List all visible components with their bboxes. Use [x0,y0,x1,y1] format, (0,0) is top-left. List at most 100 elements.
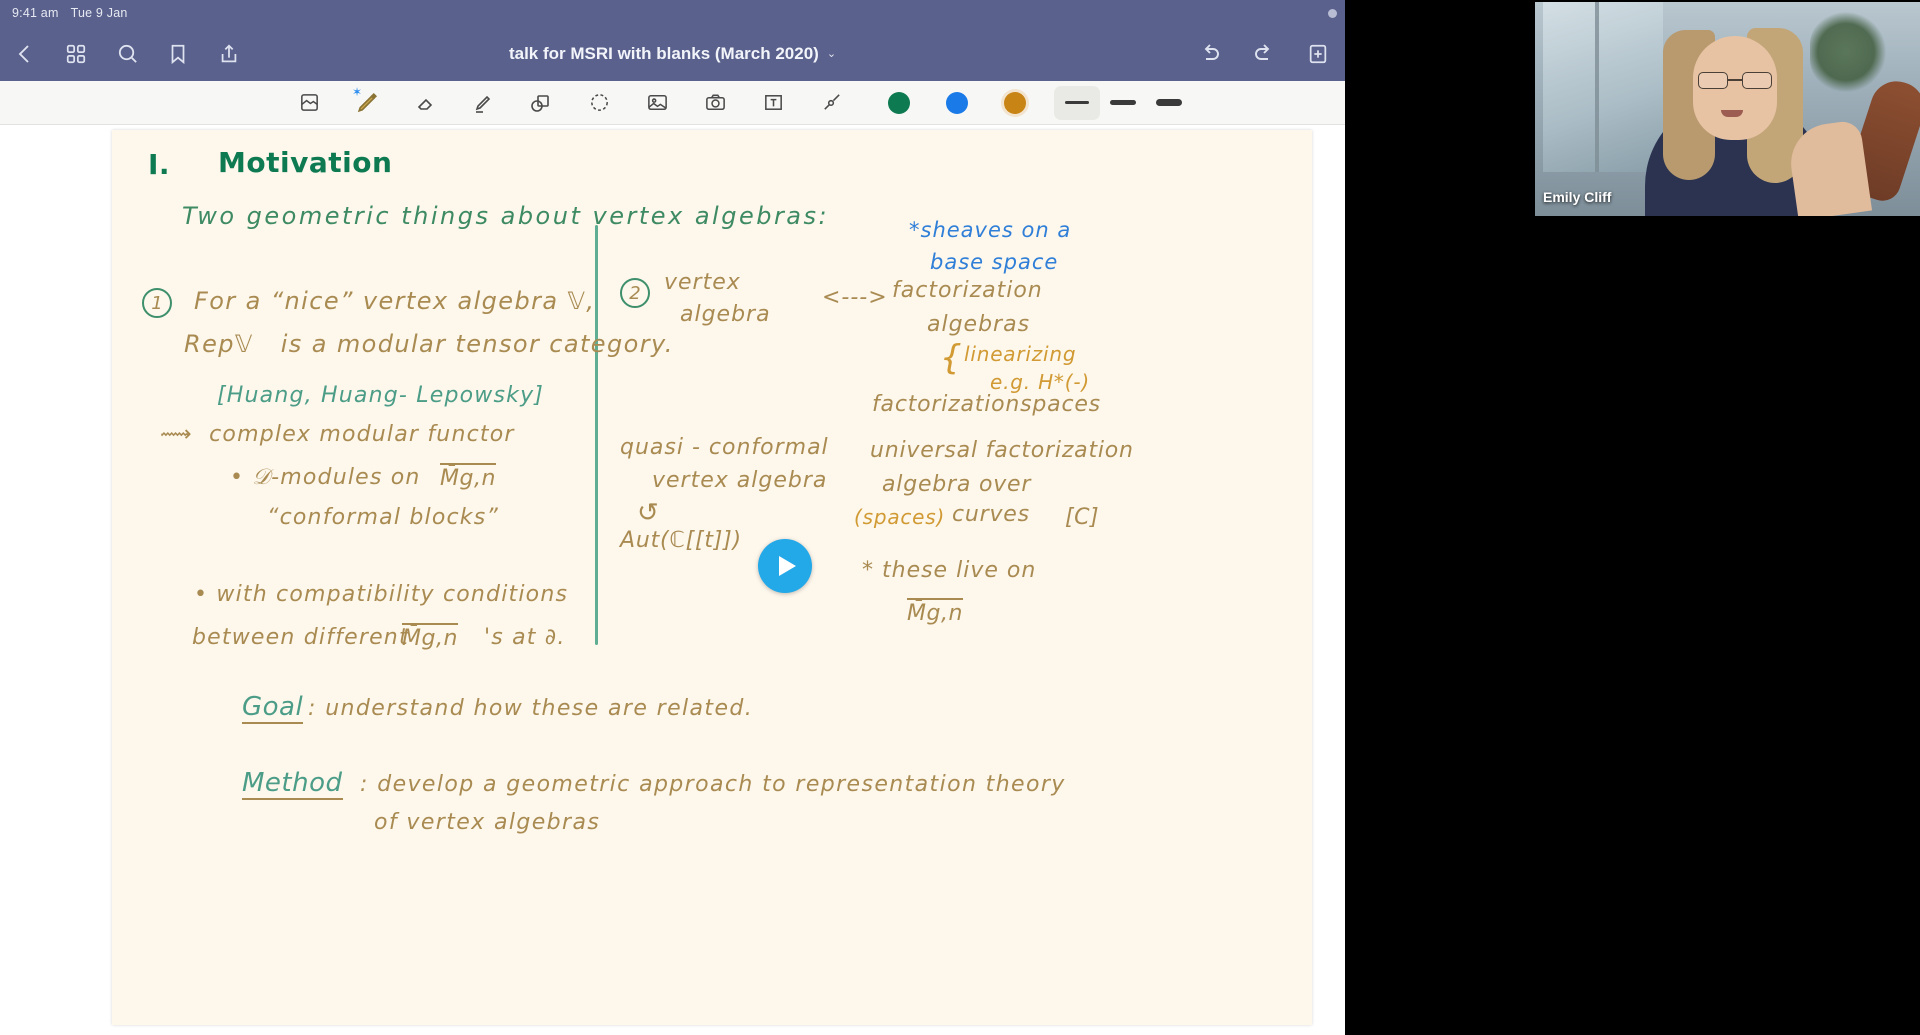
item1-bullet1-quote: “conformal blocks” [267,505,499,530]
lasso-tool[interactable] [570,83,628,123]
item1-arrow-line: ⟿ complex modular functor [160,422,515,447]
undo-icon[interactable] [1197,41,1223,67]
plant-shape [1810,12,1900,92]
weight-thin-line [1065,101,1089,104]
color-green[interactable] [870,83,928,123]
shape-tool[interactable] [512,83,570,123]
glasses-lens-right [1742,72,1772,89]
item2-orange-line2: e.g. H*(-) [990,370,1090,394]
method-text: : develop a geometric approach to repres… [360,772,1066,797]
weight-medium[interactable] [1100,86,1146,120]
item2-aut-text: Aut(ℂ[[t]]) [620,528,742,553]
window-frame-shape [1595,2,1599,172]
note-page: I. Motivation Two geometric things about… [112,130,1312,1025]
weight-thick-line [1156,99,1182,106]
item1-bullet2-line2: between different [192,625,409,650]
item1-number-badge: 1 [142,288,172,318]
item1-line1: For a “nice” vertex algebra 𝕍, [194,287,595,315]
weight-thin[interactable] [1054,86,1100,120]
goal-text: : understand how these are related. [308,696,753,721]
weight-thick[interactable] [1146,86,1192,120]
item2-arrow: <---> [822,285,888,310]
speaker-video-tile[interactable]: Emily Cliff [1535,2,1920,216]
item1-line2: Rep𝕍 is a modular tensor category. [184,330,674,358]
item1-number: 1 [151,293,162,314]
item2-blue-note-line1: *sheaves on a [909,218,1071,242]
play-button[interactable] [758,539,812,593]
pen-tool[interactable]: ✶ [338,83,396,123]
item2-number: 2 [629,283,640,304]
note-canvas[interactable]: I. Motivation Two geometric things about… [0,125,1345,1035]
heading-text: Motivation [218,146,392,179]
glasses-icon [1697,72,1773,90]
item1-bullet1-symbol: M̄g,n [440,463,496,491]
status-date: Tue 9 Jan [71,6,128,20]
status-time: 9:41 am [12,6,59,20]
item2-rhs-line3: factorizationspaces [872,392,1101,417]
weight-medium-line [1110,100,1136,105]
highlighter-tool[interactable] [454,83,512,123]
search-icon[interactable] [114,41,140,67]
item2-number-badge: 2 [620,278,650,308]
wifi-icon [1328,9,1337,18]
method-label: Method [242,768,343,800]
item2-right-line2: algebra over [882,472,1031,497]
item2-lhs-line2: algebra [680,302,771,327]
method-text2: of vertex algebras [374,810,600,835]
share-icon[interactable] [216,41,242,67]
app-nav-bar: talk for MSRI with blanks (March 2020) ⌄ [0,26,1345,81]
item2-lhs-line1: vertex [664,270,741,295]
glasses-bridge [1728,79,1742,81]
window-shape [1543,2,1663,172]
color-swatch-amber [1004,92,1026,114]
item2-star-symbol: M̄g,n [907,598,963,626]
item1-bullet1: • 𝒟-modules on [230,465,421,490]
item2-right-curves: curves [952,502,1030,527]
item2-star-line1: * these live on [862,558,1036,583]
bookmark-icon[interactable] [165,41,191,67]
item2-aut-arrow-icon: ↺ [637,498,659,528]
item1-bullet2-line1: • with compatibility conditions [194,582,568,607]
color-blue[interactable] [928,83,986,123]
redo-icon[interactable] [1251,41,1277,67]
item2-orange-line1: linearizing [964,342,1076,366]
screen-root: 9:41 am Tue 9 Jan [0,0,1920,1035]
text-tool[interactable] [744,83,802,123]
item2-bullet-line2: vertex algebra [652,468,827,493]
sticker-tool[interactable] [280,83,338,123]
item2-rhs-line2: algebras [927,312,1030,337]
column-divider [595,225,598,645]
glasses-lens-left [1698,72,1728,89]
screen-share-pane: 9:41 am Tue 9 Jan [0,0,1345,1035]
back-icon[interactable] [12,41,38,67]
ipad-status-bar: 9:41 am Tue 9 Jan [0,0,1345,26]
speaker-mouth [1721,110,1743,117]
item1-citation: [Huang, Huang- Lepowsky] [217,383,544,408]
color-amber[interactable] [986,83,1044,123]
camera-tool[interactable] [686,83,744,123]
laser-tool[interactable] [802,83,860,123]
item2-blue-note-line2: base space [930,250,1058,274]
color-swatch-blue [946,92,968,114]
play-icon [779,556,796,576]
item2-brace-icon: { [940,338,962,378]
pen-pressure-icon: ✶ [352,86,360,98]
item2-right-line1: universal factorization [870,438,1134,463]
item2-bullet-line1: quasi - conformal [620,435,829,460]
eraser-tool[interactable] [396,83,454,123]
notes-subtitle: Two geometric things about vertex algebr… [182,202,829,230]
color-swatch-green [888,92,910,114]
item1-bullet2-tail: 's at ∂. [484,625,566,650]
chevron-down-icon[interactable]: ⌄ [827,47,836,60]
speaker-name-badge: Emily Cliff [1535,186,1619,208]
status-indicators [1328,0,1337,26]
goal-label: Goal [242,692,303,724]
image-tool[interactable] [628,83,686,123]
page-title: talk for MSRI with blanks (March 2020) [509,44,819,64]
grid-icon[interactable] [63,41,89,67]
item2-right-bracket: [C] [1065,505,1099,530]
item1-bullet2-symbol: M̄g,n [402,623,458,651]
add-page-icon[interactable] [1305,41,1331,67]
item2-rhs-line1: factorization [892,278,1043,303]
heading-number: I. [148,148,170,181]
